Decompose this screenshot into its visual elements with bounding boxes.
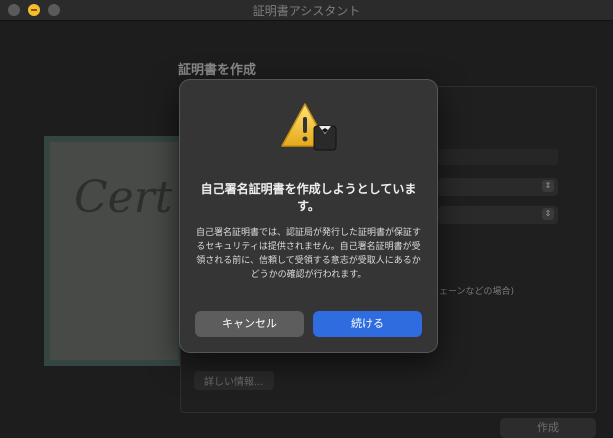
warning-certificate-icon [281,103,337,151]
continue-button[interactable]: 続ける [313,311,422,337]
alert-title: 自己署名証明書を作成しようとしています。 [200,182,417,213]
identity-type-select[interactable]: ⇕ [438,178,558,196]
name-field[interactable] [438,149,558,165]
cancel-button[interactable]: キャンセル [195,311,304,337]
details-button[interactable]: 詳しい情報... [194,371,274,390]
create-button[interactable]: 作成 [500,418,596,438]
alert-message: 自己署名証明書では、認証局が発行した証明書が保証するセキュリティは提供されません… [196,228,422,280]
title-bar: 証明書アシスタント [0,0,613,21]
override-hint-text: チェーンなどの場合) [430,287,515,297]
window-title: 証明書アシスタント [252,4,361,18]
certificate-type-select[interactable]: ⇕ [438,206,558,224]
chevron-updown-icon: ⇕ [542,208,554,220]
chevron-updown-icon: ⇕ [542,180,554,192]
certificate-illustration: Cert [44,136,184,366]
page-title: 証明書を作成 [178,63,257,78]
self-signed-alert-dialog: 自己署名証明書を作成しようとしています。 自己署名証明書では、認証局が発行した証… [179,79,438,353]
certificate-art-text: Cert [74,172,173,223]
